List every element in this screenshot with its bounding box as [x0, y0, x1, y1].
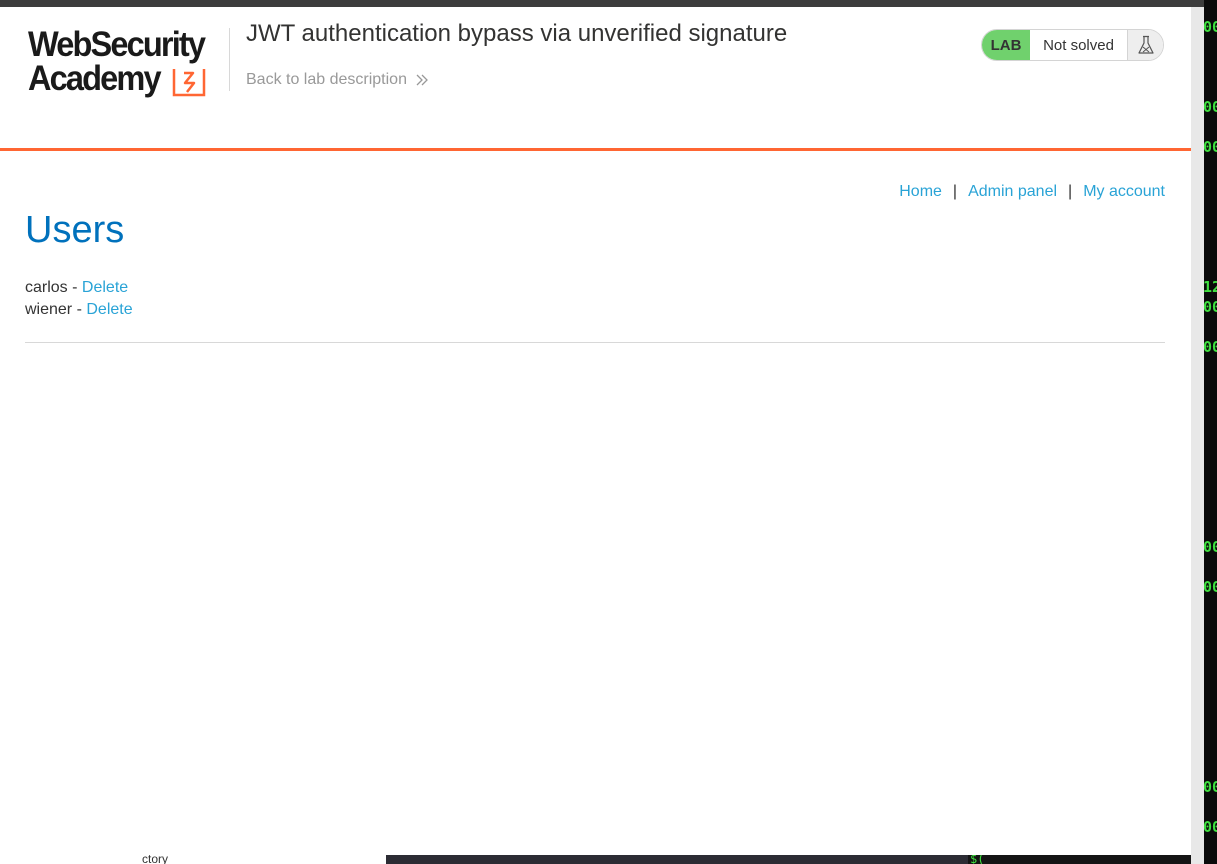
terminal-line: 00 — [1204, 98, 1217, 116]
lab-header: WebSecurity Academy JWT authentication b… — [0, 7, 1191, 152]
background-text-fragment: ctory — [142, 855, 169, 864]
background-windows-strip: ctory $( — [0, 855, 1191, 864]
username-separator: - — [76, 301, 82, 318]
terminal-line: 00 — [1204, 338, 1217, 356]
terminal-line: 00 — [1204, 778, 1217, 796]
window-top-bar — [0, 0, 1217, 7]
page-scrollbar[interactable] — [1191, 7, 1204, 864]
nav-admin-panel-link[interactable]: Admin panel — [968, 183, 1057, 201]
back-link-label: Back to lab description — [246, 71, 407, 88]
flask-icon-wrapper[interactable] — [1128, 30, 1163, 60]
logo-mark-icon — [172, 69, 206, 97]
top-nav: Home | Admin panel | My account — [899, 183, 1165, 201]
delete-wiener-link[interactable]: Delete — [86, 301, 132, 318]
double-chevron-right-icon — [416, 74, 428, 86]
nav-my-account-link[interactable]: My account — [1083, 183, 1165, 201]
username: carlos — [25, 279, 68, 296]
flask-icon — [1138, 35, 1154, 54]
nav-separator: | — [952, 183, 958, 200]
lab-status-widget: LAB Not solved — [981, 29, 1164, 61]
terminal-line: 00 — [1204, 138, 1217, 156]
terminal-line: 12 — [1204, 278, 1217, 296]
terminal-line: 00 — [1204, 538, 1217, 556]
header-divider — [229, 28, 230, 91]
back-to-lab-description-link[interactable]: Back to lab description — [246, 71, 429, 89]
terminal-line: 00 — [1204, 578, 1217, 596]
user-list: carlos - Delete wiener - Delete — [25, 277, 133, 321]
terminal-line: 00 — [1204, 818, 1217, 836]
web-security-academy-logo[interactable]: WebSecurity Academy — [25, 25, 227, 101]
user-row-wiener: wiener - Delete — [25, 299, 133, 321]
username-separator: - — [72, 279, 78, 296]
nav-separator: | — [1068, 183, 1073, 200]
logo-line-2: Academy — [28, 59, 162, 98]
content-divider — [25, 342, 1165, 343]
nav-home-link[interactable]: Home — [899, 183, 942, 201]
browser-page: WebSecurity Academy JWT authentication b… — [0, 7, 1191, 864]
background-terminal-window: 00 00 00 12 00 00 00 00 00 00 — [1204, 0, 1217, 864]
lab-title: JWT authentication bypass via unverified… — [246, 20, 788, 47]
delete-carlos-link[interactable]: Delete — [82, 279, 128, 296]
background-window-middle — [386, 855, 968, 864]
username: wiener — [25, 301, 73, 318]
user-row-carlos: carlos - Delete — [25, 277, 133, 299]
page-title: Users — [25, 209, 125, 251]
header-orange-rule — [0, 148, 1191, 151]
terminal-line: 00 — [1204, 298, 1217, 316]
background-window-left — [0, 855, 386, 864]
background-terminal-fragment: $( — [970, 855, 985, 864]
lab-badge: LAB — [982, 30, 1030, 60]
lab-status-text: Not solved — [1030, 30, 1128, 60]
background-window-right — [968, 855, 1191, 864]
terminal-line: 00 — [1204, 18, 1217, 36]
